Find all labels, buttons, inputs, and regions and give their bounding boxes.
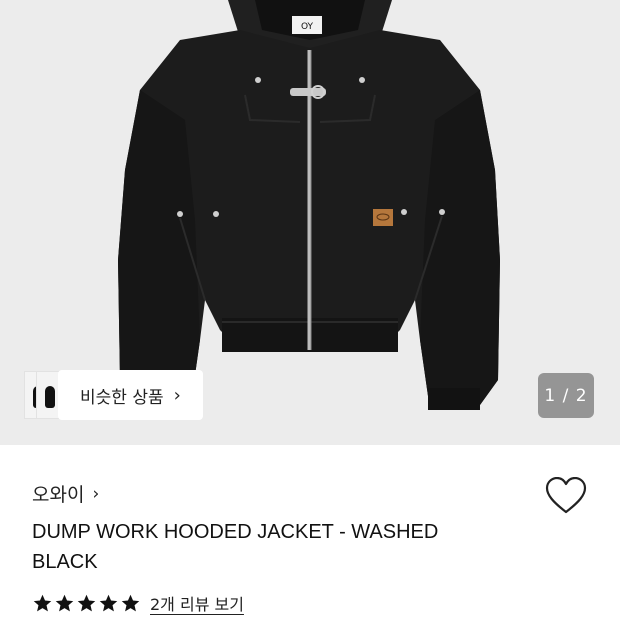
star-filled-icon: [33, 594, 52, 611]
star-filled-icon: [55, 594, 74, 611]
similar-products-label: 비슷한 상품: [80, 387, 164, 408]
brand-name: 오와이: [32, 484, 85, 506]
rating-stars: [32, 593, 142, 614]
neck-label-text: OY: [301, 22, 314, 32]
image-pager: 1 / 2: [538, 373, 594, 418]
star-filled-icon: [121, 594, 140, 611]
brand-link[interactable]: 오와이 ›: [32, 480, 99, 507]
product-title: DUMP WORK HOODED JACKET - WASHED BLACK: [32, 521, 439, 573]
product-info: 오와이 › DUMP WORK HOODED JACKET - WASHED B…: [0, 445, 620, 620]
similar-thumbnails: [24, 371, 64, 419]
star-filled-icon: [99, 594, 118, 611]
heart-outline-icon[interactable]: [545, 477, 587, 515]
product-image-carousel[interactable]: OY 비슷한 상품 › 1 / 2: [0, 0, 620, 445]
similar-products-button[interactable]: 비슷한 상품 ›: [58, 370, 203, 420]
chevron-right-icon: ›: [92, 483, 100, 504]
reviews-link[interactable]: 2개 리뷰 보기: [150, 591, 244, 615]
rating-row: 2개 리뷰 보기: [32, 591, 244, 615]
chevron-right-icon: ›: [173, 384, 181, 406]
star-filled-icon: [77, 594, 96, 611]
similar-products[interactable]: 비슷한 상품 ›: [24, 370, 203, 420]
